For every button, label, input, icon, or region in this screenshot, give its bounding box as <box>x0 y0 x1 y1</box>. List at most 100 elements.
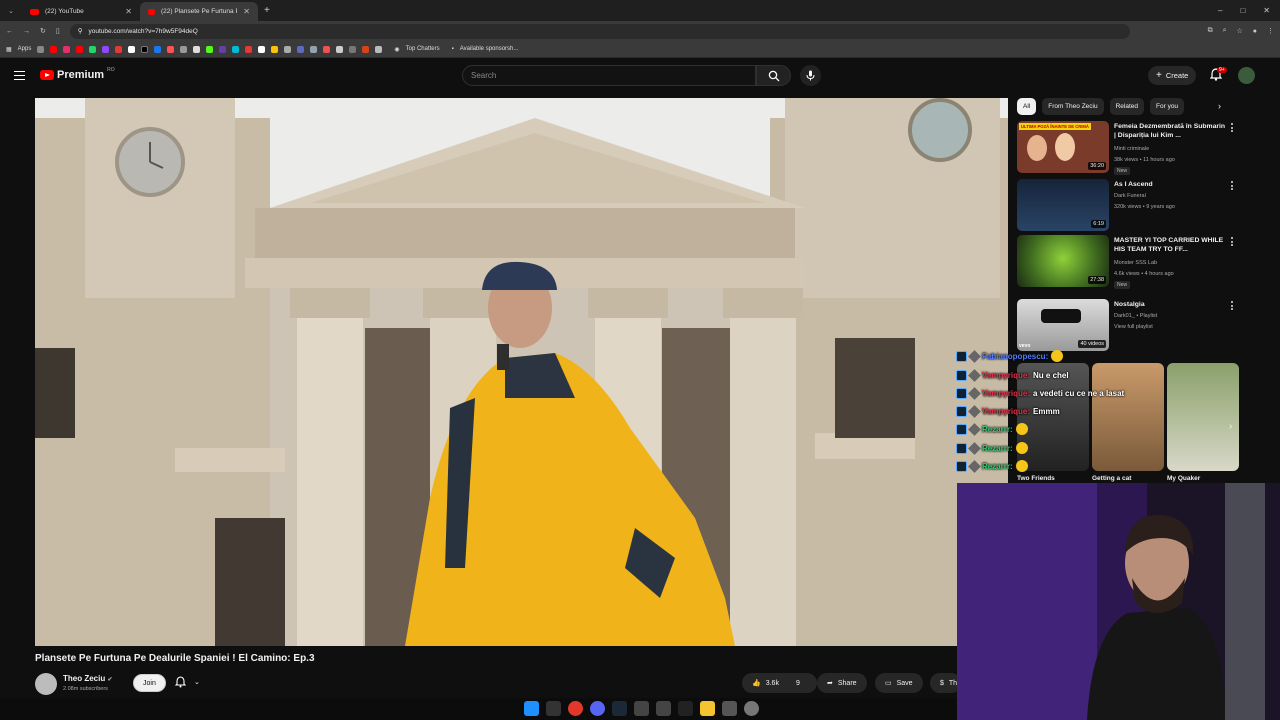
more-actions-icon[interactable] <box>1231 237 1234 248</box>
recommendation-item[interactable]: vevo 40 videos Nostalgia Dark01_ • Playl… <box>1017 299 1257 354</box>
zoom-icon[interactable]: ⌕ <box>1223 27 1227 35</box>
app-icon[interactable] <box>722 701 737 716</box>
bookmark-top-chatters[interactable]: Top Chatters <box>406 46 440 52</box>
bookmark-icon[interactable] <box>232 45 240 53</box>
video-player[interactable] <box>35 98 1008 646</box>
bookmark-icon[interactable] <box>258 45 266 53</box>
bookmark-icon[interactable] <box>297 45 305 53</box>
channel-name[interactable]: Theo Zeciu ✔ <box>63 674 113 683</box>
bookmark-icon[interactable] <box>154 45 162 53</box>
recommendation-channel[interactable]: Dark01_ • Playlist <box>1114 313 1157 319</box>
bookmark-icon[interactable] <box>349 45 357 53</box>
view-full-playlist-link[interactable]: View full playlist <box>1114 324 1153 330</box>
bookmark-icon[interactable] <box>50 45 58 53</box>
chip-all[interactable]: All <box>1017 98 1037 115</box>
subscription-bell-button[interactable]: ⌄ <box>175 676 200 688</box>
youtube-premium-logo[interactable]: Premium RO <box>40 67 115 81</box>
close-tab-icon[interactable]: ✕ <box>125 7 132 16</box>
search-icon[interactable] <box>546 701 561 716</box>
more-actions-icon[interactable] <box>1231 301 1234 312</box>
file-explorer-icon[interactable] <box>700 701 715 716</box>
chip-related[interactable]: Related <box>1109 98 1145 115</box>
bookmark-icon[interactable] <box>180 45 188 53</box>
video-thumbnail[interactable]: ULTIMA POZĂ ÎNAINTE DE CRIMĂ 36:20 <box>1017 121 1109 173</box>
site-info-icon[interactable]: ⚲ <box>78 27 83 35</box>
chip-from-channel[interactable]: From Theo Zeciu <box>1042 98 1104 115</box>
bookmark-apps[interactable]: Apps <box>18 46 32 52</box>
profile-icon[interactable]: ● <box>1253 28 1257 35</box>
channel-avatar[interactable] <box>35 673 57 695</box>
extensions-icon[interactable]: ⧉ <box>1208 27 1213 35</box>
bookmark-icon[interactable] <box>310 45 318 53</box>
obs-icon[interactable] <box>744 701 759 716</box>
bookmark-icon[interactable] <box>375 45 383 53</box>
bookmark-icon[interactable] <box>128 45 136 53</box>
recommendation-item[interactable]: ULTIMA POZĂ ÎNAINTE DE CRIMĂ 36:20 Femei… <box>1017 121 1257 176</box>
bookmark-icon[interactable] <box>89 45 97 53</box>
like-count[interactable]: 3.6k <box>766 680 779 687</box>
bookmark-icon[interactable] <box>206 45 214 53</box>
bookmark-available-sponsorships[interactable]: Available sponsorsh... <box>460 46 519 52</box>
search-button[interactable] <box>756 65 791 86</box>
chips-next-chevron-icon[interactable]: › <box>1218 101 1221 111</box>
menu-icon[interactable]: ⋮ <box>1267 27 1274 35</box>
bookmark-icon[interactable] <box>37 45 45 53</box>
like-icon[interactable]: 👍 <box>752 679 761 687</box>
comment-count[interactable]: 9 <box>796 680 800 687</box>
discord-icon[interactable] <box>590 701 605 716</box>
more-actions-icon[interactable] <box>1231 181 1234 192</box>
bookmark-icon[interactable] <box>193 45 201 53</box>
close-window-button[interactable]: ✕ <box>1263 6 1270 15</box>
reload-icon[interactable]: ↻ <box>40 27 46 35</box>
x-icon[interactable] <box>678 701 693 716</box>
join-button[interactable]: Join <box>133 674 166 692</box>
url-field[interactable]: ⚲ youtube.com/watch?v=7h9w5F94deQ <box>69 23 1130 39</box>
tab-youtube-home[interactable]: (22) YouTube ✕ <box>22 2 140 21</box>
bookmark-star-icon[interactable]: ☆ <box>1236 27 1242 35</box>
bookmark-icon[interactable] <box>284 45 292 53</box>
short-thumbnail[interactable] <box>1167 363 1239 471</box>
app-icon[interactable] <box>634 701 649 716</box>
close-tab-icon[interactable]: ✕ <box>243 7 250 16</box>
forward-icon[interactable]: → <box>23 28 30 35</box>
bookmark-icon[interactable] <box>245 45 253 53</box>
recommendation-item[interactable]: 27:38 MASTER YI TOP CARRIED WHILE HIS TE… <box>1017 235 1257 290</box>
share-button[interactable]: ➦ Share <box>817 673 867 693</box>
voice-search-button[interactable] <box>800 65 821 86</box>
new-tab-button[interactable]: + <box>258 5 270 16</box>
steam-icon[interactable] <box>612 701 627 716</box>
create-button[interactable]: + Create <box>1148 66 1197 85</box>
minimize-button[interactable]: – <box>1218 6 1222 15</box>
bookmark-icon[interactable] <box>76 45 84 53</box>
tab-search-icon[interactable]: ⌄ <box>0 7 22 15</box>
bookmark-icon[interactable] <box>219 45 227 53</box>
apps-grid-icon[interactable]: ▦ <box>6 46 12 53</box>
video-thumbnail[interactable]: 6:19 <box>1017 179 1109 231</box>
chip-for-you[interactable]: For you <box>1150 98 1185 115</box>
bookmark-icon[interactable] <box>362 45 370 53</box>
bookmark-icon[interactable] <box>167 45 175 53</box>
recommendation-channel[interactable]: Dark Funeral <box>1114 193 1146 199</box>
app-icon[interactable] <box>656 701 671 716</box>
sidebar-icon[interactable]: ▯ <box>56 27 60 35</box>
video-thumbnail[interactable]: 27:38 <box>1017 235 1109 287</box>
windows-start-icon[interactable] <box>524 701 539 716</box>
back-icon[interactable]: ← <box>6 28 13 35</box>
guide-menu-icon[interactable] <box>14 71 25 80</box>
more-actions-icon[interactable] <box>1231 123 1234 134</box>
tab-current-video[interactable]: (22) Plansete Pe Furtuna Pe De... ✕ <box>140 2 258 21</box>
bookmark-icon[interactable] <box>102 45 110 53</box>
bookmark-icon[interactable] <box>63 45 71 53</box>
shorts-next-chevron-icon[interactable]: › <box>1229 421 1232 432</box>
recommendation-channel[interactable]: Minti criminale <box>1114 146 1149 152</box>
maximize-button[interactable]: □ <box>1240 6 1245 15</box>
recommendation-channel[interactable]: Monster SSS Lab <box>1114 260 1157 266</box>
chrome-icon[interactable] <box>568 701 583 716</box>
recommendation-item[interactable]: 6:19 As I Ascend Dark Funeral 320k views… <box>1017 179 1257 234</box>
account-avatar[interactable] <box>1238 67 1255 84</box>
search-input[interactable]: Search <box>462 65 756 86</box>
playlist-thumbnail[interactable]: vevo 40 videos <box>1017 299 1109 351</box>
bookmark-icon[interactable] <box>336 45 344 53</box>
bookmark-icon[interactable] <box>271 45 279 53</box>
bookmark-icon[interactable] <box>323 45 331 53</box>
